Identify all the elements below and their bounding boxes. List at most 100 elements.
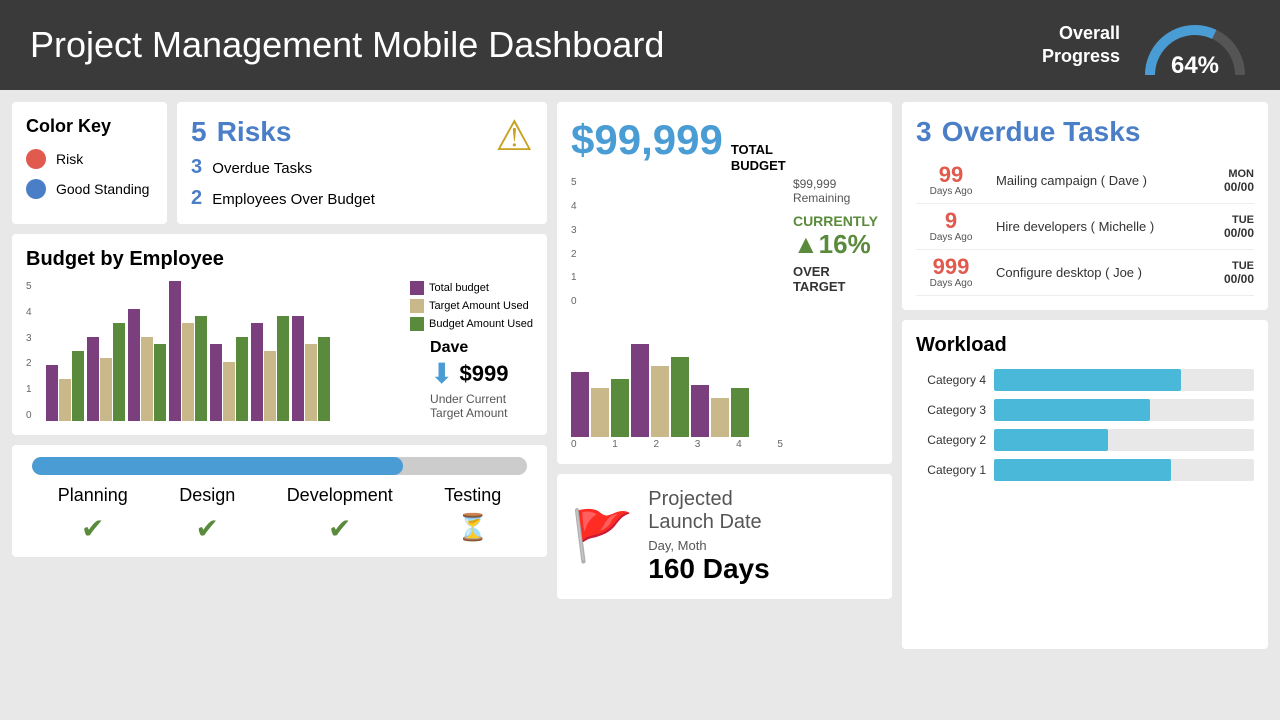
mini-bar-group xyxy=(631,344,689,438)
workload-category-row: Category 2 xyxy=(916,429,1254,451)
overdue-items-list: 99 Days Ago Mailing campaign ( Dave ) MO… xyxy=(916,158,1254,296)
risks-word: Risks xyxy=(217,116,292,147)
bar-segment xyxy=(141,337,153,421)
risks-header: 5 Risks 3 Overdue Tasks 2 Employees Over… xyxy=(191,116,533,210)
currently-section: CURRENTLY ▲16% OVERTARGET xyxy=(793,213,878,294)
bar-segment xyxy=(277,316,289,421)
workload-bar-background xyxy=(994,399,1254,421)
legend-target: Target Amount Used xyxy=(410,299,533,313)
stages-progress-card: Planning ✔ Design ✔ Development ✔ Testin… xyxy=(12,445,547,557)
overdue-task-date: MON 00/00 xyxy=(1199,168,1254,194)
right-column: 3 Overdue Tasks 99 Days Ago Mailing camp… xyxy=(902,102,1268,649)
bar-segment xyxy=(195,316,207,421)
overdue-count: 3 xyxy=(191,156,202,178)
date-value: 00/00 xyxy=(1199,272,1254,286)
middle-column: $99,999 TOTALBUDGET 012345 012345 $99,99… xyxy=(557,102,892,649)
page-title: Project Management Mobile Dashboard xyxy=(30,24,664,66)
good-dot-icon xyxy=(26,179,46,199)
overdue-task-item: 99 Days Ago Mailing campaign ( Dave ) MO… xyxy=(916,158,1254,204)
bar-group xyxy=(251,316,289,421)
warning-icon: ⚠ xyxy=(495,111,533,160)
development-label: Development xyxy=(287,485,393,506)
top-left-section: Color Key Risk Good Standing 5 Risks xyxy=(12,102,547,224)
workload-category-row: Category 3 xyxy=(916,399,1254,421)
design-label: Design xyxy=(179,485,235,506)
budget-content: 0 1 2 3 4 5 Total budget xyxy=(26,281,533,421)
legend-total: Total budget xyxy=(410,281,533,295)
day-of-week: MON xyxy=(1199,168,1254,180)
color-key-card: Color Key Risk Good Standing xyxy=(12,102,167,224)
overdue-task-date: TUE 00/00 xyxy=(1199,214,1254,240)
workload-bar-background xyxy=(994,459,1254,481)
remaining-text: $99,999Remaining xyxy=(793,177,878,205)
mini-bar-group xyxy=(571,372,629,437)
workload-category-label: Category 4 xyxy=(916,373,986,387)
dave-name: Dave xyxy=(430,339,508,357)
bar-segment xyxy=(318,337,330,421)
days-ago-label: Days Ago xyxy=(916,186,986,197)
overdue-tasks-item: 3 Overdue Tasks xyxy=(191,156,375,179)
workload-bar-fill xyxy=(994,399,1150,421)
bar-segment xyxy=(251,323,263,421)
date-value: 00/00 xyxy=(1199,226,1254,240)
bar-segment xyxy=(292,316,304,421)
progress-label: OverallProgress xyxy=(1042,22,1120,69)
mini-chart-x-labels: 012345 xyxy=(571,439,783,450)
mini-bar-segment xyxy=(711,398,729,437)
planning-check-icon: ✔ xyxy=(58,512,128,545)
overdue-tasks-card: 3 Overdue Tasks 99 Days Ago Mailing camp… xyxy=(902,102,1268,310)
overdue-label: Overdue Tasks xyxy=(212,160,312,177)
bar-segment xyxy=(46,365,58,421)
risks-card: 5 Risks 3 Overdue Tasks 2 Employees Over… xyxy=(177,102,547,224)
bar-segment xyxy=(87,337,99,421)
bar-group xyxy=(46,351,84,421)
stage-planning: Planning ✔ xyxy=(58,485,128,545)
launch-content: 🚩 ProjectedLaunch Date Day, Moth 160 Day… xyxy=(571,488,878,585)
progress-gauge: 64% xyxy=(1140,10,1250,80)
progress-track xyxy=(32,457,527,475)
workload-bar-fill xyxy=(994,429,1108,451)
days-ago-label: Days Ago xyxy=(916,278,986,289)
overdue-days: 999 Days Ago xyxy=(916,256,986,289)
budget-by-employee-card: Budget by Employee 0 1 2 3 4 5 xyxy=(12,234,547,435)
stages-row: Planning ✔ Design ✔ Development ✔ Testin… xyxy=(32,485,527,545)
bar-group xyxy=(292,316,330,421)
color-key-title: Color Key xyxy=(26,116,153,137)
days-number: 9 xyxy=(916,210,986,232)
bar-segment xyxy=(182,323,194,421)
workload-category-row: Category 4 xyxy=(916,369,1254,391)
overall-progress: OverallProgress 64% xyxy=(1042,10,1250,80)
risks-count: 5 xyxy=(191,116,207,147)
launch-label: ProjectedLaunch Date xyxy=(648,488,769,534)
workload-category-label: Category 1 xyxy=(916,463,986,477)
legend-total-label: Total budget xyxy=(429,282,489,294)
bar-segment xyxy=(305,344,317,421)
budget-info: $99,999Remaining CURRENTLY ▲16% OVERTARG… xyxy=(793,177,878,294)
workload-title: Workload xyxy=(916,334,1254,357)
dave-arrow-icon: ⬇ xyxy=(430,357,453,390)
currently-label: CURRENTLY xyxy=(793,213,878,229)
over-target-label: OVERTARGET xyxy=(793,264,878,294)
mini-budget-chart: 012345 012345 xyxy=(571,177,783,450)
overdue-days: 99 Days Ago xyxy=(916,164,986,197)
employees-count: 2 xyxy=(191,187,202,209)
bar-group xyxy=(87,323,125,421)
bar-group xyxy=(128,309,166,421)
budget-chart xyxy=(46,281,400,421)
left-column: Color Key Risk Good Standing 5 Risks xyxy=(12,102,547,649)
stage-design: Design ✔ xyxy=(179,485,235,545)
legend-budget-label: Budget Amount Used xyxy=(429,318,533,330)
bar-segment xyxy=(72,351,84,421)
testing-label: Testing xyxy=(444,485,501,506)
overdue-task-description: Hire developers ( Michelle ) xyxy=(996,219,1189,234)
bar-segment xyxy=(100,358,112,421)
header: Project Management Mobile Dashboard Over… xyxy=(0,0,1280,90)
flag-icon: 🚩 xyxy=(571,507,633,566)
total-budget-card: $99,999 TOTALBUDGET 012345 012345 $99,99… xyxy=(557,102,892,464)
mini-chart-visual xyxy=(571,307,783,437)
overdue-task-description: Mailing campaign ( Dave ) xyxy=(996,173,1189,188)
risks-title: 5 Risks xyxy=(191,116,375,148)
mini-bar-segment xyxy=(731,388,749,437)
overdue-task-description: Configure desktop ( Joe ) xyxy=(996,265,1189,280)
budget-legend-and-dave: Total budget Target Amount Used Budget A… xyxy=(410,281,533,421)
